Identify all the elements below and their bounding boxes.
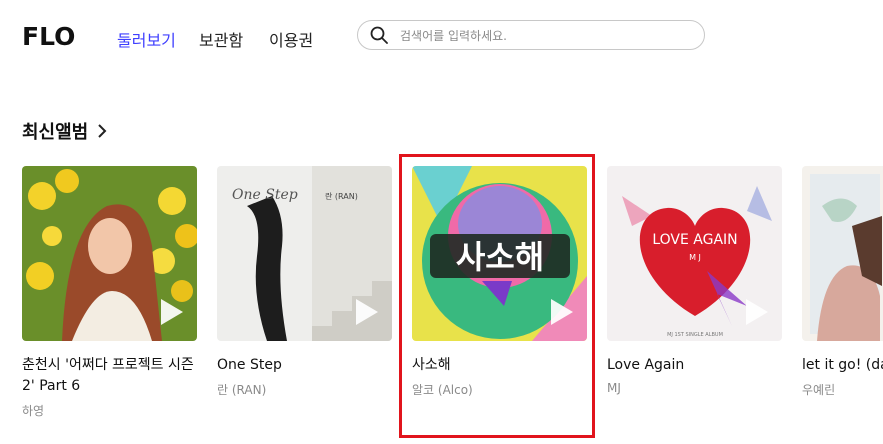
album-title[interactable]: Love Again: [607, 355, 782, 376]
flo-logo[interactable]: FLO: [22, 22, 78, 50]
play-icon[interactable]: [746, 299, 768, 325]
search-input[interactable]: [398, 26, 692, 46]
svg-text:M J: M J: [689, 253, 701, 262]
section-heading[interactable]: 최신앨범: [22, 118, 108, 144]
album-cover-art: [802, 166, 883, 341]
album-title[interactable]: 사소해: [412, 355, 587, 376]
album-card[interactable]: LOVE AGAIN M J MJ 1ST SINGLE ALBUM Love …: [607, 166, 782, 395]
top-header: FLO 둘러보기 보관함 이용권: [0, 0, 883, 72]
svg-text:LOVE AGAIN: LOVE AGAIN: [652, 232, 737, 248]
album-artist[interactable]: MJ: [607, 381, 782, 395]
svg-text:사소해: 사소해: [456, 238, 544, 276]
svg-text:FLO: FLO: [22, 22, 75, 50]
search-box[interactable]: [357, 20, 705, 50]
play-icon[interactable]: [161, 299, 183, 325]
search-icon: [370, 26, 388, 44]
svg-text:MJ 1ST SINGLE ALBUM: MJ 1ST SINGLE ALBUM: [667, 332, 723, 338]
album-cover[interactable]: 사소해: [412, 166, 587, 341]
album-cover[interactable]: [22, 166, 197, 341]
album-title[interactable]: 춘천시 '어쩌다 프로젝트 시즌 2' Part 6: [22, 355, 197, 397]
album-artist[interactable]: 하영: [22, 402, 197, 419]
nav-library[interactable]: 보관함: [199, 27, 243, 51]
album-cover[interactable]: [802, 166, 883, 341]
album-cover[interactable]: One Step 란 (RAN): [217, 166, 392, 341]
album-title[interactable]: One Step: [217, 355, 392, 376]
chevron-right-icon: [98, 124, 107, 138]
album-card[interactable]: 춘천시 '어쩌다 프로젝트 시즌 2' Part 6 하영: [22, 166, 197, 419]
svg-text:One Step: One Step: [232, 187, 298, 203]
album-artist[interactable]: 알코 (Alco): [412, 381, 587, 398]
play-icon[interactable]: [551, 299, 573, 325]
play-icon[interactable]: [356, 299, 378, 325]
svg-text:란 (RAN): 란 (RAN): [325, 191, 358, 201]
album-artist[interactable]: 란 (RAN): [217, 381, 392, 398]
album-card[interactable]: One Step 란 (RAN) One Step 란 (RAN): [217, 166, 392, 398]
album-card[interactable]: 사소해 사소해 알코 (Alco): [412, 166, 587, 398]
album-cover[interactable]: LOVE AGAIN M J MJ 1ST SINGLE ALBUM: [607, 166, 782, 341]
album-artist[interactable]: 우예린: [802, 381, 883, 398]
nav-browse[interactable]: 둘러보기: [117, 27, 176, 51]
album-card[interactable]: let it go! (da 우예린: [802, 166, 883, 398]
section-title: 최신앨범: [22, 122, 89, 143]
nav-membership[interactable]: 이용권: [269, 27, 313, 51]
album-title[interactable]: let it go! (da: [802, 355, 883, 376]
